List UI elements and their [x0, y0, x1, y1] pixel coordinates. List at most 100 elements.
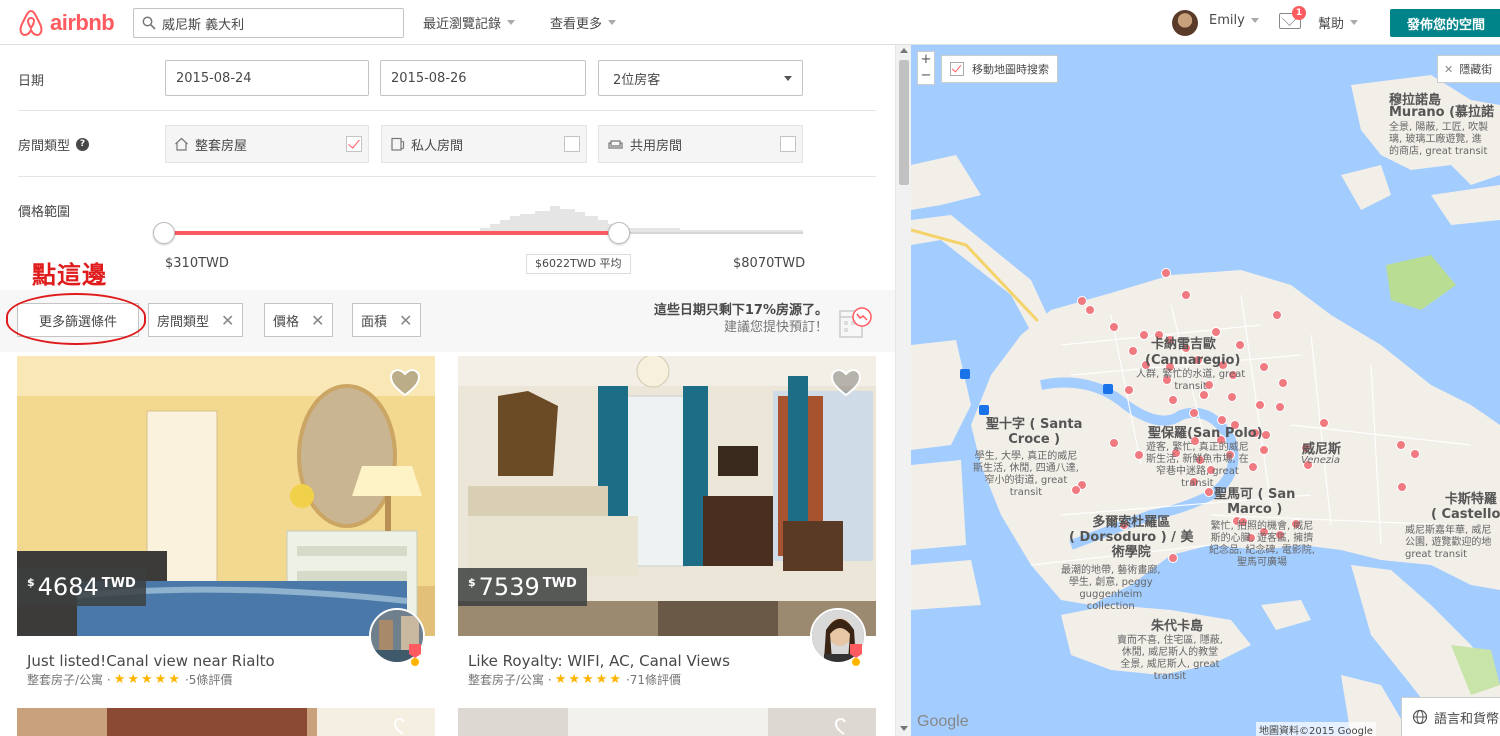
zoom-out-button[interactable]: − — [918, 68, 934, 84]
search-value: 威尼斯 義大利 — [162, 17, 245, 33]
price-unit: TWD — [101, 576, 136, 591]
close-icon[interactable]: ✕ — [221, 311, 234, 330]
globe-icon — [1412, 709, 1428, 725]
recent-views-menu[interactable]: 最近瀏覽記錄 — [423, 13, 516, 32]
price-average-label: $6022TWD 平均 — [526, 254, 631, 274]
room-type-private-room[interactable]: 私人房間 — [381, 125, 587, 163]
checkout-input[interactable]: 2015-08-26 — [380, 60, 586, 96]
heart-icon[interactable] — [389, 368, 421, 398]
guests-value: 2位房客 — [613, 72, 661, 88]
user-menu[interactable]: Emily — [1209, 13, 1259, 28]
listing-title[interactable]: Like Royalty: WIFI, AC, Canal Views — [468, 652, 730, 670]
map-label-santa-croce-desc: 學生, 大學, 真正的威尼 斯生活, 休閒, 四通八達, 窄小的街道, grea… — [973, 451, 1079, 498]
close-icon[interactable]: ✕ — [311, 311, 324, 330]
price-slider-fill — [165, 231, 620, 235]
chip-room-type[interactable]: 房間類型 ✕ — [148, 303, 244, 337]
price-tag: $ 7539 TWD — [458, 568, 587, 606]
google-logo: Google — [917, 713, 969, 730]
date-label: 日期 — [18, 74, 45, 89]
price-slider-min-handle[interactable] — [153, 222, 175, 244]
map-label-castello-desc: 威尼斯嘉年華, 威尼 公園, 遊覽歡迎的地 great transit — [1405, 525, 1492, 560]
map-label-cannaregio-desc: 人群, 繁忙的水道, great transit — [1136, 369, 1246, 392]
map-label-dorsoduro: 多爾索杜羅區 ( Dorsoduro ) / 美 術學院 — [1069, 515, 1194, 560]
help-icon[interactable]: ? — [76, 138, 90, 151]
review-count: ·5條評價 — [184, 673, 233, 687]
availability-line1: 這些日期只剩下17%房源了。 — [653, 303, 828, 318]
checkin-input[interactable]: 2015-08-24 — [165, 60, 369, 96]
map-label-giudecca: 朱代卡島 — [1151, 619, 1204, 634]
location-search-input[interactable]: 威尼斯 義大利 — [133, 8, 404, 38]
listing-type: 整套房子/公寓 · — [27, 673, 111, 687]
hide-map-label: 隱藏街 — [1459, 63, 1493, 76]
chip-label: 房間類型 — [157, 314, 210, 330]
chevron-down-icon — [1350, 20, 1359, 25]
calendar-trend-icon — [839, 307, 872, 338]
availability-notice: 這些日期只剩下17%房源了。 建議您提快預訂！ — [610, 302, 828, 336]
see-more-menu[interactable]: 查看更多 — [550, 13, 617, 32]
room-type-entire-home[interactable]: 整套房屋 — [165, 125, 369, 163]
airbnb-logo[interactable]: airbnb — [16, 8, 115, 38]
price-amount: 4684 — [37, 573, 99, 601]
map-zoom-control: + − — [917, 51, 935, 85]
guests-select[interactable]: 2位房客 — [598, 60, 803, 96]
help-menu[interactable]: 幫助 — [1318, 13, 1359, 32]
map-label-san-polo-desc: 遊客, 繁忙, 真正的威尼 斯生活, 新鮮魚市場, 在 窄巷中迷路, great… — [1146, 442, 1249, 489]
zoom-in-button[interactable]: + — [918, 52, 934, 68]
logo-text: airbnb — [50, 10, 115, 35]
chip-label: 面積 — [361, 314, 388, 330]
user-avatar[interactable] — [1172, 10, 1198, 36]
close-icon[interactable]: ✕ — [399, 311, 412, 330]
heart-icon[interactable] — [830, 368, 862, 398]
room-type-shared-room[interactable]: 共用房間 — [598, 125, 803, 163]
host-space-button[interactable]: 發佈您的空間 — [1390, 9, 1500, 37]
chip-label: 價格 — [273, 314, 300, 330]
price-currency: $ — [468, 576, 476, 589]
annotation-text: 點這邊 — [32, 261, 107, 289]
results-scrollbar[interactable] — [895, 45, 911, 736]
scroll-up-icon[interactable] — [900, 48, 908, 53]
star-rating-icon: ★★★★★ — [554, 672, 623, 687]
annotation-circle — [6, 293, 146, 345]
price-histogram — [480, 206, 803, 232]
scrollbar-thumb[interactable] — [899, 60, 909, 185]
star-rating-icon: ★★★★★ — [113, 672, 182, 687]
price-max-label: $8070TWD — [733, 256, 806, 271]
room-type-private-room-label: 私人房間 — [411, 138, 464, 154]
results-map[interactable]: 穆拉諾島 Murano (慕拉諾 全景, 陽蔽, 工匠, 吹製 璃, 玻璃工廠遊… — [911, 45, 1500, 736]
language-currency-button[interactable]: 語言和貨幣 — [1401, 697, 1500, 736]
price-amount: 7539 — [478, 573, 540, 601]
map-label-santa-croce: 聖十字 ( Santa Croce ) — [986, 417, 1083, 447]
checkbox[interactable] — [780, 136, 796, 152]
price-range-label: 價格範圍 — [18, 205, 71, 220]
checkbox-checked[interactable] — [950, 62, 964, 76]
help-label: 幫助 — [1318, 17, 1345, 32]
chevron-down-icon — [1250, 18, 1259, 23]
room-type-label-row: 房間類型 ? — [18, 135, 90, 154]
map-label-san-marco: 聖馬可 ( San Marco ) — [1214, 487, 1296, 517]
language-currency-label: 語言和貨幣 — [1434, 711, 1500, 727]
map-credit[interactable]: 地圖資料©2015 Google — [1256, 722, 1376, 736]
map-label-cannaregio-cn: 卡納雷吉歐 — [1151, 337, 1217, 352]
map-label-dorsoduro-desc: 最潮的地帶, 藝術畫廊, 學生, 創意, peggy guggenheim co… — [1061, 565, 1161, 612]
search-as-map-moves-toggle[interactable]: 移動地圖時搜索 — [941, 55, 1058, 83]
price-slider-max-handle[interactable] — [608, 222, 630, 244]
listing-title[interactable]: Just listed!Canal view near Rialto — [27, 652, 275, 670]
top-nav: airbnb 威尼斯 義大利 最近瀏覽記錄 查看更多 Emily 1 幫助 發佈… — [0, 0, 1500, 45]
hide-map-button[interactable]: ✕ 隱藏街 — [1437, 55, 1500, 83]
recent-views-label: 最近瀏覽記錄 — [423, 17, 502, 32]
price-min-label: $310TWD — [165, 256, 229, 271]
checkbox[interactable] — [564, 136, 580, 152]
listing-photo[interactable] — [17, 708, 435, 736]
availability-line2: 建議您提快預訂！ — [723, 320, 828, 335]
checkbox-checked[interactable] — [346, 136, 362, 152]
chip-area[interactable]: 面積 ✕ — [352, 303, 422, 337]
mail-count-badge: 1 — [1292, 6, 1306, 20]
listing-meta: 整套房子/公寓 · ★★★★★ ·5條評價 — [27, 671, 232, 688]
listing-photo[interactable] — [458, 708, 876, 736]
scroll-down-icon[interactable] — [900, 726, 908, 731]
listing-type: 整套房子/公寓 · — [468, 673, 552, 687]
chip-price[interactable]: 價格 ✕ — [264, 303, 334, 337]
room-type-entire-home-label: 整套房屋 — [195, 138, 248, 154]
listing-meta: 整套房子/公寓 · ★★★★★ ·71條評價 — [468, 671, 681, 688]
map-label-giudecca-desc: 賣而不喜, 住宅區, 隱蔽, 休閒, 威尼斯人的教堂 全景, 威尼斯人, gre… — [1117, 635, 1223, 682]
